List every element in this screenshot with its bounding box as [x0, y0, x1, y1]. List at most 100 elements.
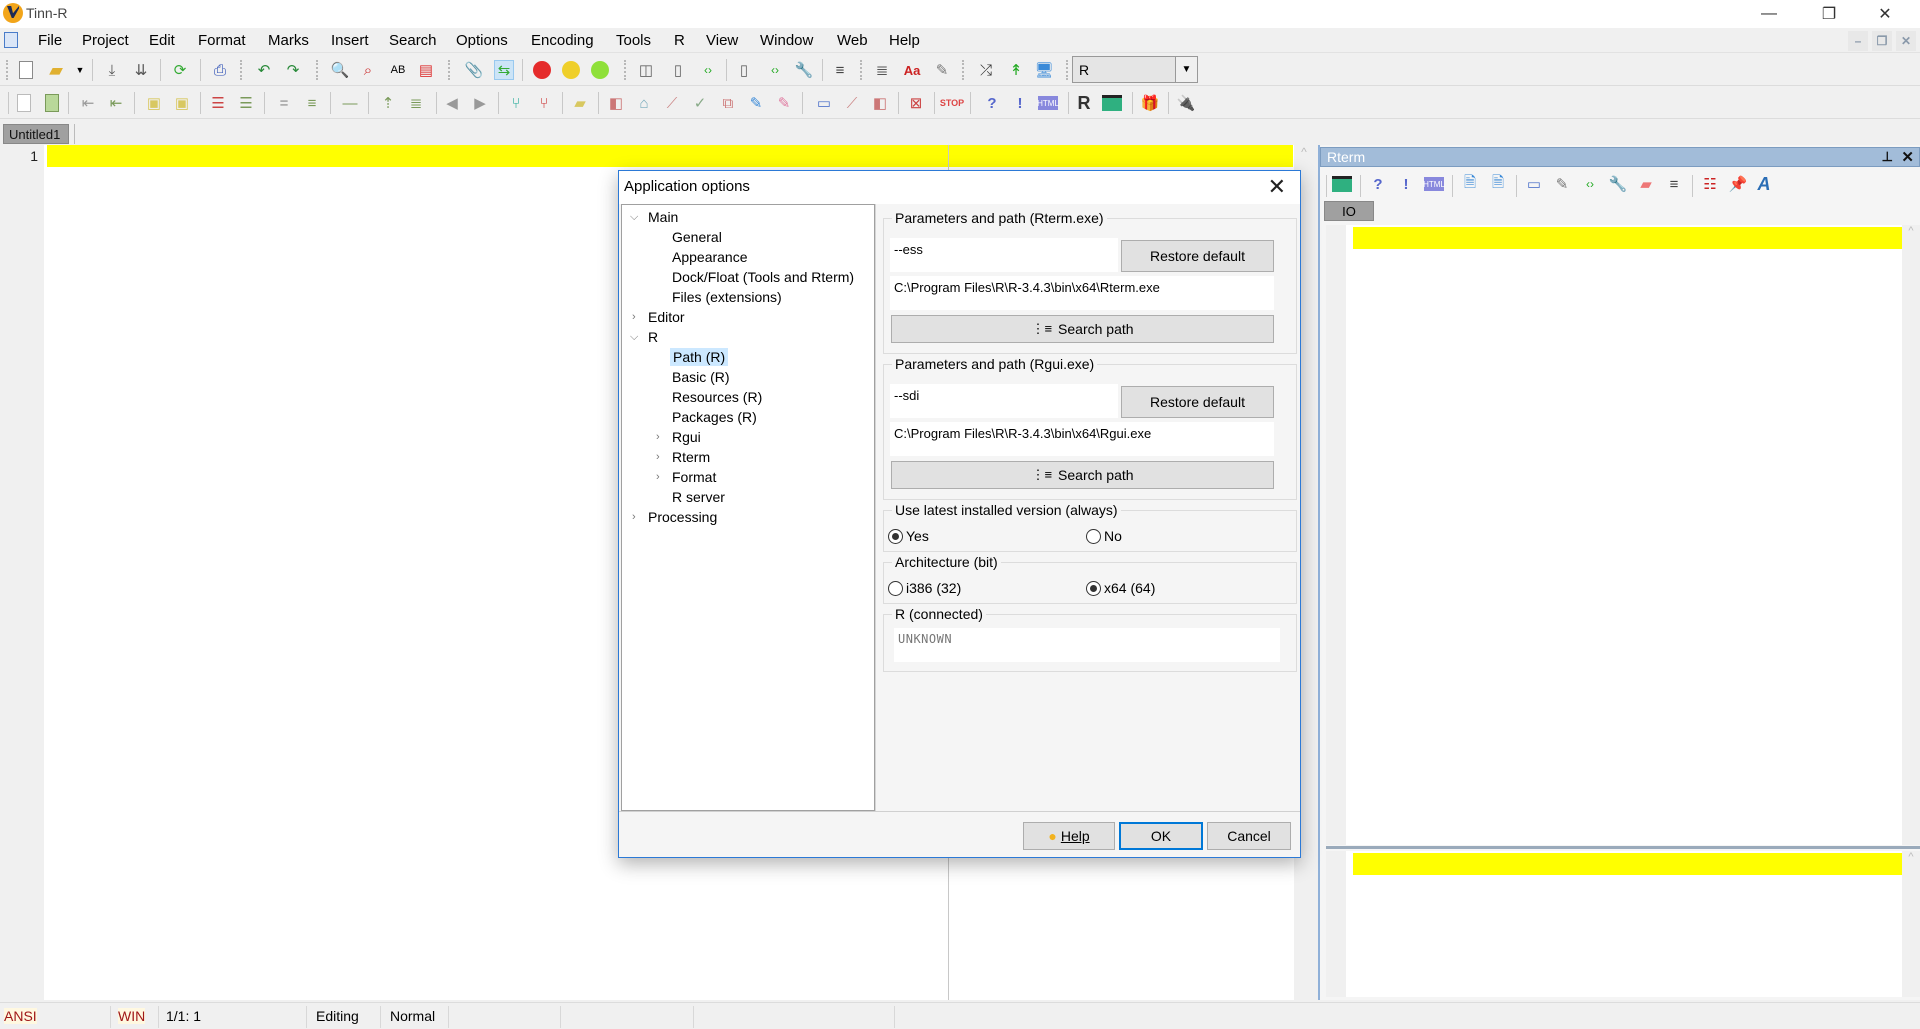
split-vertical-icon[interactable]: ◫ — [636, 60, 656, 80]
arch-32-radio[interactable]: i386 (32) — [888, 580, 961, 596]
tree-item-packages-r[interactable]: Packages (R) — [672, 409, 757, 425]
menu-tools[interactable]: Tools — [616, 32, 651, 49]
maximize-button[interactable]: ❐ — [1806, 0, 1852, 28]
latest-no-radio[interactable]: No — [1086, 528, 1122, 544]
font-icon[interactable]: Aa — [902, 60, 922, 80]
rterm-title-bar[interactable]: Rterm ⊥ ✕ — [1320, 147, 1920, 167]
tree-item-dock-float[interactable]: Dock/Float (Tools and Rterm) — [672, 269, 854, 285]
folder-icon[interactable]: ▰ — [570, 93, 590, 113]
help-question-icon[interactable]: ? — [1368, 174, 1388, 194]
rterm-restore-default-button[interactable]: Restore default — [1121, 240, 1274, 272]
tree-item-rterm[interactable]: Rterm — [672, 449, 710, 465]
unindent-icon[interactable]: ⇤ — [78, 93, 98, 113]
menu-encoding[interactable]: Encoding — [531, 32, 594, 49]
pin-icon[interactable]: ⊥ — [1882, 149, 1893, 165]
align-block-icon[interactable]: ≡ — [302, 93, 322, 113]
tab-untitled1[interactable]: Untitled1 — [3, 124, 69, 144]
clear-chart-icon[interactable]: ⟋ — [842, 93, 862, 113]
rgui-restore-default-button[interactable]: Restore default — [1121, 386, 1274, 418]
checklist-icon[interactable]: ✓ — [690, 93, 710, 113]
dialog-title-bar[interactable]: Application options ✕ — [619, 171, 1300, 204]
menu-project[interactable]: Project — [82, 32, 129, 49]
latest-yes-radio[interactable]: Yes — [888, 528, 929, 544]
tree-item-format[interactable]: Format — [672, 469, 716, 485]
menu-marks[interactable]: Marks — [268, 32, 309, 49]
tree-item-path-r[interactable]: Path (R) — [670, 348, 729, 366]
tools-icon[interactable]: 🔧 — [794, 60, 814, 80]
rterm-console-icon[interactable] — [1332, 174, 1352, 194]
rterm-close-icon[interactable]: ✕ — [1901, 148, 1914, 166]
close-button[interactable]: ✕ — [1862, 0, 1908, 28]
html-help-icon[interactable]: HTML — [1423, 177, 1445, 191]
mdi-restore-button[interactable]: ❐ — [1872, 31, 1892, 51]
green-status-icon[interactable] — [590, 60, 610, 80]
shuffle-icon[interactable]: ⤮ — [976, 60, 996, 80]
output-scrollbar[interactable]: ^ — [1902, 225, 1920, 845]
tree-item-editor[interactable]: Editor — [648, 309, 685, 325]
rgui-params-input[interactable]: --sdi — [890, 384, 1118, 418]
tab-io[interactable]: IO — [1324, 201, 1374, 221]
highlighter-pink-icon[interactable]: ✎ — [774, 93, 794, 113]
rterm-console-icon[interactable] — [1102, 93, 1122, 113]
code-brackets-icon[interactable]: ‹› — [698, 60, 718, 80]
open-dropdown-icon[interactable]: ▼ — [70, 60, 90, 80]
dialog-close-icon[interactable]: ✕ — [1268, 174, 1286, 200]
menu-file[interactable]: File — [38, 32, 62, 49]
shapes-icon[interactable]: ◧ — [606, 93, 626, 113]
document-menu-icon[interactable] — [4, 32, 18, 48]
window-icon[interactable]: ▭ — [814, 93, 834, 113]
split-horizontal-icon[interactable]: ▯ — [668, 60, 688, 80]
r-version-combo[interactable]: R ▼ — [1072, 56, 1198, 83]
help-question-icon[interactable]: ? — [982, 93, 1002, 113]
rterm-path-input[interactable]: C:\Program Files\R\R-3.4.3\bin\x64\Rterm… — [890, 276, 1274, 310]
open-log-icon[interactable]: 🗎 — [1488, 174, 1508, 194]
tree-item-r-server[interactable]: R server — [672, 489, 725, 505]
tree-item-main[interactable]: Main — [648, 209, 678, 225]
plugin-icon[interactable]: 🔌 — [1176, 93, 1196, 113]
example-icon[interactable]: ! — [1010, 93, 1030, 113]
cube-icon[interactable]: ⧉ — [718, 93, 738, 113]
indent-icon[interactable]: ≣ — [872, 60, 892, 80]
undo-icon[interactable]: ↶ — [254, 60, 274, 80]
font-style-icon[interactable]: A — [1754, 174, 1774, 194]
mdi-minimize-button[interactable]: – — [1848, 31, 1868, 51]
sync-icon[interactable]: ⇆ — [494, 60, 514, 80]
html-help-icon[interactable]: HTML — [1037, 96, 1059, 110]
r-send-icon[interactable]: R — [1074, 93, 1094, 113]
help-button[interactable]: ● Help — [1023, 822, 1115, 850]
glasses-icon[interactable]: ⌂ — [634, 93, 654, 113]
toolbar-grip[interactable] — [6, 60, 8, 80]
tree-item-files[interactable]: Files (extensions) — [672, 289, 782, 305]
code-brackets-icon[interactable]: ‹› — [1580, 174, 1600, 194]
attach-icon[interactable]: 📎 — [464, 60, 484, 80]
menu-format[interactable]: Format — [198, 32, 246, 49]
menu-options[interactable]: Options — [456, 32, 508, 49]
yellow-status-icon[interactable] — [561, 60, 581, 80]
tree-item-appearance[interactable]: Appearance — [672, 249, 748, 265]
ok-button[interactable]: OK — [1119, 822, 1203, 850]
stop-icon[interactable]: STOP — [940, 93, 964, 113]
rterm-splitter[interactable] — [1326, 846, 1920, 849]
status-eol[interactable]: WIN — [118, 1008, 146, 1024]
minimize-button[interactable]: — — [1746, 0, 1792, 28]
menu-insert[interactable]: Insert — [331, 32, 369, 49]
paste-icon[interactable]: ▣ — [144, 93, 164, 113]
find-icon[interactable]: 🔍 — [330, 60, 350, 80]
new-file-icon[interactable] — [16, 60, 36, 80]
clear-shapes-icon[interactable]: ◧ — [870, 93, 890, 113]
menu-help[interactable]: Help — [889, 32, 920, 49]
line-icon[interactable]: — — [340, 93, 360, 113]
example-icon[interactable]: ! — [1396, 174, 1416, 194]
rgui-search-path-button[interactable]: ⋮≡ Search path — [891, 461, 1274, 489]
tree-item-general[interactable]: General — [672, 229, 722, 245]
list-objects-icon[interactable]: ☷ — [1700, 174, 1720, 194]
menu-search[interactable]: Search — [389, 32, 437, 49]
reload-icon[interactable]: ⟳ — [170, 60, 190, 80]
find-in-files-icon[interactable]: ⌕ — [358, 60, 378, 80]
pushpin-icon[interactable]: 📌 — [1728, 174, 1748, 194]
menu-web[interactable]: Web — [837, 32, 868, 49]
word-wrap-icon[interactable]: ≡ — [1664, 174, 1684, 194]
tree-item-processing[interactable]: Processing — [648, 509, 717, 525]
save-all-icon[interactable]: ⇊ — [131, 60, 151, 80]
move-up-icon[interactable]: ⇡ — [378, 93, 398, 113]
